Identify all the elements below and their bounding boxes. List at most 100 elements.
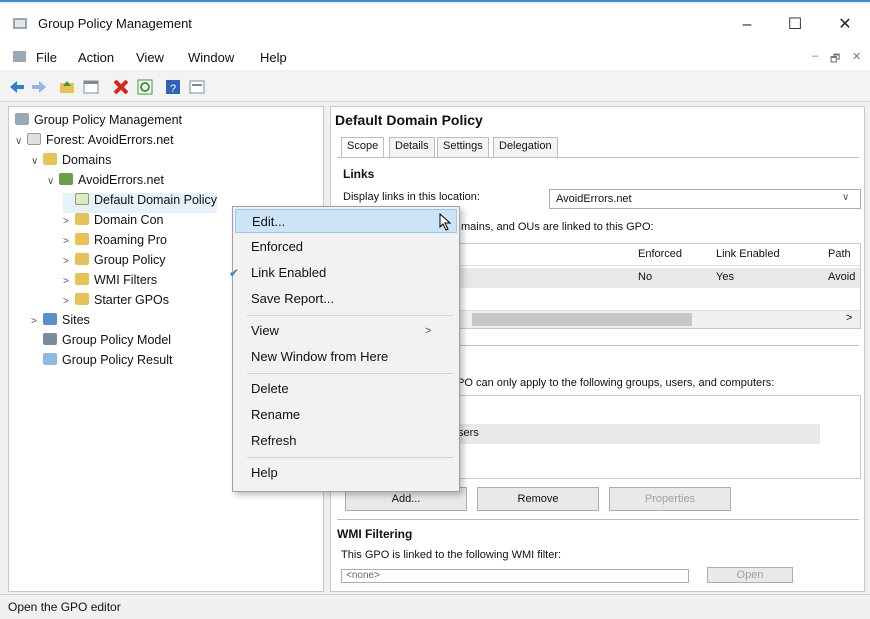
menu-item-label: New Window from Here (251, 349, 389, 364)
tree-node-sites[interactable]: > Sites (31, 313, 90, 333)
col-path[interactable]: Path (828, 248, 851, 260)
menu-item-save-report[interactable]: Save Report... (235, 287, 457, 311)
cell-link-enabled: Yes (716, 271, 734, 283)
help-icon[interactable]: ? (164, 78, 182, 96)
maximize-button[interactable]: ☐ (772, 12, 818, 38)
cell-enforced: No (638, 271, 653, 283)
menu-item-view[interactable]: View > (235, 319, 457, 343)
wmi-open-button[interactable]: Open (707, 567, 793, 583)
menu-action[interactable]: Action (78, 50, 114, 65)
up-folder-icon[interactable] (58, 78, 76, 96)
menu-item-label: Help (251, 465, 278, 480)
tree-node-domains[interactable]: ∨ Domains (31, 153, 111, 173)
child-close-button[interactable]: ✕ (852, 50, 861, 63)
tab-details[interactable]: Details (389, 137, 435, 157)
tab-scope[interactable]: Scope (341, 137, 385, 157)
folder-icon (75, 293, 89, 305)
forward-arrow-icon[interactable] (30, 78, 48, 96)
tree-node-modeling[interactable]: Group Policy Model (31, 333, 171, 353)
chevron-right-icon[interactable]: > (63, 296, 75, 307)
gpo-title: Default Domain Policy (335, 112, 483, 128)
menu-item-label: Link Enabled (251, 265, 327, 280)
tree-node-domain[interactable]: ∨ AvoidErrors.net (47, 173, 164, 193)
status-text: Open the GPO editor (8, 600, 121, 614)
results-icon (43, 353, 57, 365)
menu-help[interactable]: Help (260, 50, 287, 65)
security-filter-description: PO can only apply to the following group… (457, 377, 775, 389)
menu-item-label: Edit... (252, 214, 286, 229)
domains-folder-icon (43, 153, 57, 165)
menu-item-link-enabled[interactable]: ✔ Link Enabled (229, 261, 457, 285)
child-minimize-button[interactable]: – (812, 50, 818, 62)
chevron-down-icon[interactable]: ∨ (47, 176, 59, 187)
properties-button[interactable]: Properties (609, 487, 731, 511)
chevron-right-icon[interactable]: > (63, 256, 75, 267)
menu-item-edit[interactable]: Edit... (235, 209, 457, 233)
close-button[interactable]: ✕ (822, 12, 868, 38)
chevron-down-icon[interactable]: ∨ (15, 136, 27, 147)
window-title: Group Policy Management (38, 16, 192, 31)
menu-bar: File Action View Window Help – 🗗 ✕ (0, 44, 870, 70)
menu-file[interactable]: File (36, 50, 57, 65)
ou-icon (75, 233, 89, 245)
col-link-enabled[interactable]: Link Enabled (716, 248, 780, 260)
menu-separator (247, 315, 453, 316)
menu-item-new-window[interactable]: New Window from Here (235, 345, 457, 369)
remove-button[interactable]: Remove (477, 487, 599, 511)
menu-item-help[interactable]: Help (235, 461, 457, 485)
app-window: Group Policy Management – ☐ ✕ File Actio… (0, 0, 870, 619)
toolbar: ? (0, 72, 870, 102)
tab-delegation[interactable]: Delegation (493, 137, 558, 157)
child-restore-button[interactable]: 🗗 (830, 50, 840, 69)
menu-item-label: View (251, 323, 279, 338)
tree-node-domain-controllers[interactable]: > Domain Con (63, 213, 163, 233)
checkmark-icon: ✔ (229, 266, 240, 280)
menu-item-rename[interactable]: Rename (235, 403, 457, 427)
tree-label: Group Policy Management (34, 113, 182, 127)
menu-view[interactable]: View (136, 50, 164, 65)
chevron-down-icon[interactable]: ∨ (842, 192, 849, 203)
tree-node-default-domain-policy[interactable]: Default Domain Policy (63, 193, 217, 213)
links-header: Links (343, 167, 375, 181)
folder-icon (75, 273, 89, 285)
menu-window[interactable]: Window (188, 50, 234, 65)
status-bar: Open the GPO editor (0, 594, 870, 619)
gpm-icon (15, 113, 29, 125)
back-arrow-icon[interactable] (8, 78, 26, 96)
chevron-right-icon[interactable]: > (63, 276, 75, 287)
show-hide-tree-icon[interactable] (82, 78, 100, 96)
folder-icon (75, 253, 89, 265)
location-dropdown[interactable]: AvoidErrors.net ∨ (549, 189, 861, 209)
chevron-down-icon[interactable]: ∨ (31, 156, 43, 167)
ou-icon (75, 213, 89, 225)
tree-label: WMI Filters (94, 273, 158, 287)
menu-item-enforced[interactable]: Enforced (235, 235, 457, 259)
col-enforced[interactable]: Enforced (638, 248, 682, 260)
properties-icon[interactable] (188, 78, 206, 96)
tree-label: Domains (62, 153, 112, 167)
tree-node-root[interactable]: Group Policy Management (15, 113, 182, 133)
tree-node-group-policy-objects[interactable]: > Group Policy (63, 253, 166, 273)
tree-node-forest[interactable]: ∨ Forest: AvoidErrors.net (15, 133, 174, 153)
tab-settings[interactable]: Settings (437, 137, 489, 157)
menu-item-label: Rename (251, 407, 301, 422)
location-value: AvoidErrors.net (556, 193, 632, 205)
chevron-right-icon[interactable]: > (63, 236, 75, 247)
menu-item-label: Refresh (251, 433, 297, 448)
tree-node-results[interactable]: Group Policy Result (31, 353, 172, 373)
menu-item-delete[interactable]: Delete (235, 377, 457, 401)
tree-node-wmi-filters[interactable]: > WMI Filters (63, 273, 157, 293)
chevron-right-icon[interactable]: > (63, 216, 75, 227)
menu-item-refresh[interactable]: Refresh (235, 429, 457, 453)
delete-icon[interactable] (112, 78, 130, 96)
minimize-button[interactable]: – (724, 12, 770, 38)
linked-description: mains, and OUs are linked to this GPO: (461, 221, 654, 233)
refresh-icon[interactable] (136, 78, 154, 96)
scroll-right-icon[interactable]: > (846, 312, 852, 324)
wmi-filter-dropdown[interactable]: <none> (341, 569, 689, 583)
tree-label: Roaming Pro (94, 233, 167, 247)
cell-path: Avoid (828, 271, 856, 283)
tree-node-roaming[interactable]: > Roaming Pro (63, 233, 167, 253)
tree-node-starter-gpos[interactable]: > Starter GPOs (63, 293, 169, 313)
chevron-right-icon[interactable]: > (31, 316, 43, 327)
